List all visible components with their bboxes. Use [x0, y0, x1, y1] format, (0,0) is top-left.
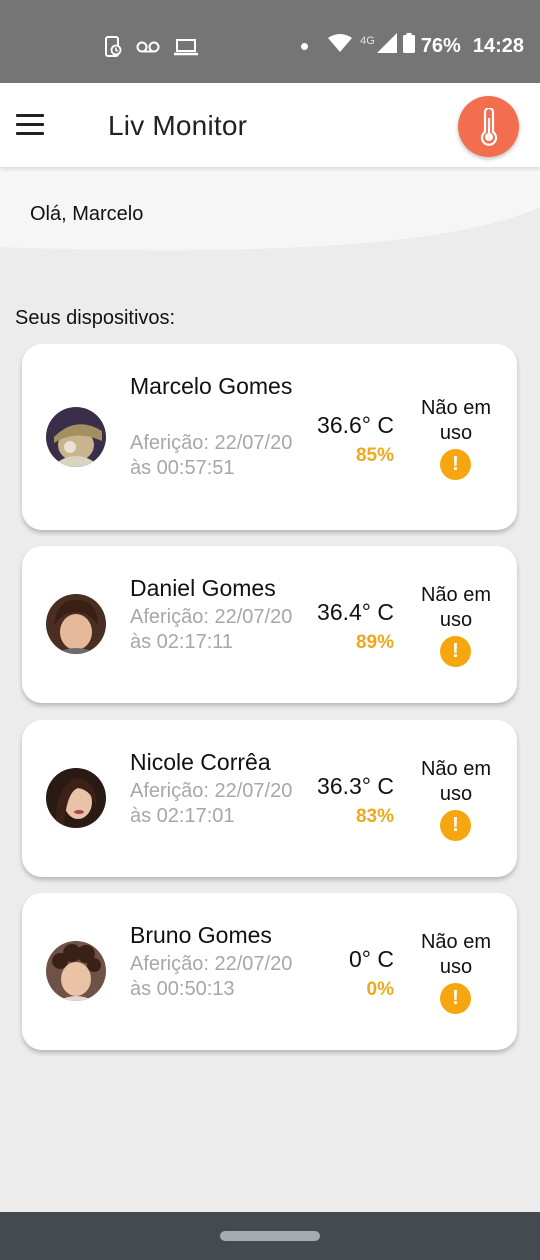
- notification-dot-icon: [301, 42, 309, 50]
- status-left-icons: [104, 36, 198, 63]
- temperature-value: 0° C: [349, 946, 394, 972]
- voicemail-icon: [136, 40, 160, 59]
- temperature-value: 36.4° C: [317, 599, 394, 625]
- thermometer-button[interactable]: [458, 96, 519, 157]
- warning-icon: !: [440, 636, 471, 667]
- app-bar: Liv Monitor: [0, 83, 540, 167]
- temperature-value: 36.3° C: [317, 773, 394, 799]
- status-bar: 4G 76% 14:28: [0, 0, 540, 83]
- battery-value: 89%: [355, 632, 394, 653]
- measurement-label: Aferição: 22/07/20 às 00:57:51: [130, 432, 293, 479]
- device-status: Não em uso: [420, 931, 492, 978]
- battery-value: 83%: [355, 806, 394, 827]
- signal-icon: [376, 33, 397, 59]
- wifi-icon: [328, 33, 353, 59]
- hamburger-menu-icon[interactable]: [16, 114, 44, 136]
- device-card[interactable]: Daniel Gomes Aferição: 22/07/20 às 02:17…: [22, 546, 517, 703]
- device-card[interactable]: Bruno Gomes Aferição: 22/07/20 às 00:50:…: [22, 893, 517, 1050]
- status-right-icons: 4G 76% 14:28: [301, 33, 524, 59]
- measurement-label: Aferição: 22/07/20 às 02:17:01: [130, 780, 293, 827]
- avatar: [46, 768, 106, 828]
- battery-value: 0%: [366, 979, 394, 1000]
- battery-value: 85%: [355, 445, 394, 466]
- app-title: Liv Monitor: [108, 110, 248, 141]
- avatar: [46, 594, 106, 654]
- battery-icon: [402, 33, 415, 59]
- home-gesture-handle[interactable]: [220, 1231, 320, 1241]
- system-navigation-bar: [0, 1212, 540, 1260]
- devices-section-title: Seus dispositivos:: [15, 307, 176, 329]
- warning-icon: !: [440, 983, 471, 1014]
- greeting-text: Olá, Marcelo: [30, 203, 144, 225]
- warning-icon: !: [440, 810, 471, 841]
- device-status: Não em uso: [420, 758, 492, 805]
- device-owner-name: Nicole Corrêa: [130, 749, 271, 775]
- device-card[interactable]: Marcelo Gomes Aferição: 22/07/20 às 00:5…: [22, 344, 517, 530]
- warning-icon: !: [440, 449, 471, 480]
- avatar: [46, 407, 106, 467]
- thermometer-icon: [480, 107, 497, 146]
- battery-percent: 76%: [420, 34, 461, 57]
- laptop-icon: [174, 38, 198, 61]
- clock-time: 14:28: [472, 34, 524, 57]
- temperature-value: 36.6° C: [317, 412, 394, 438]
- phone-sync-icon: [104, 36, 122, 63]
- device-status: Não em uso: [420, 397, 492, 444]
- avatar: [46, 941, 106, 1001]
- device-owner-name: Bruno Gomes: [130, 922, 272, 948]
- network-type-label: 4G: [360, 35, 375, 47]
- device-card[interactable]: Nicole Corrêa Aferição: 22/07/20 às 02:1…: [22, 720, 517, 877]
- measurement-label: Aferição: 22/07/20 às 00:50:13: [130, 953, 293, 1000]
- device-owner-name: Daniel Gomes: [130, 575, 276, 601]
- measurement-label: Aferição: 22/07/20 às 02:17:11: [130, 606, 293, 653]
- device-owner-name: Marcelo Gomes: [130, 373, 293, 399]
- device-status: Não em uso: [420, 584, 492, 631]
